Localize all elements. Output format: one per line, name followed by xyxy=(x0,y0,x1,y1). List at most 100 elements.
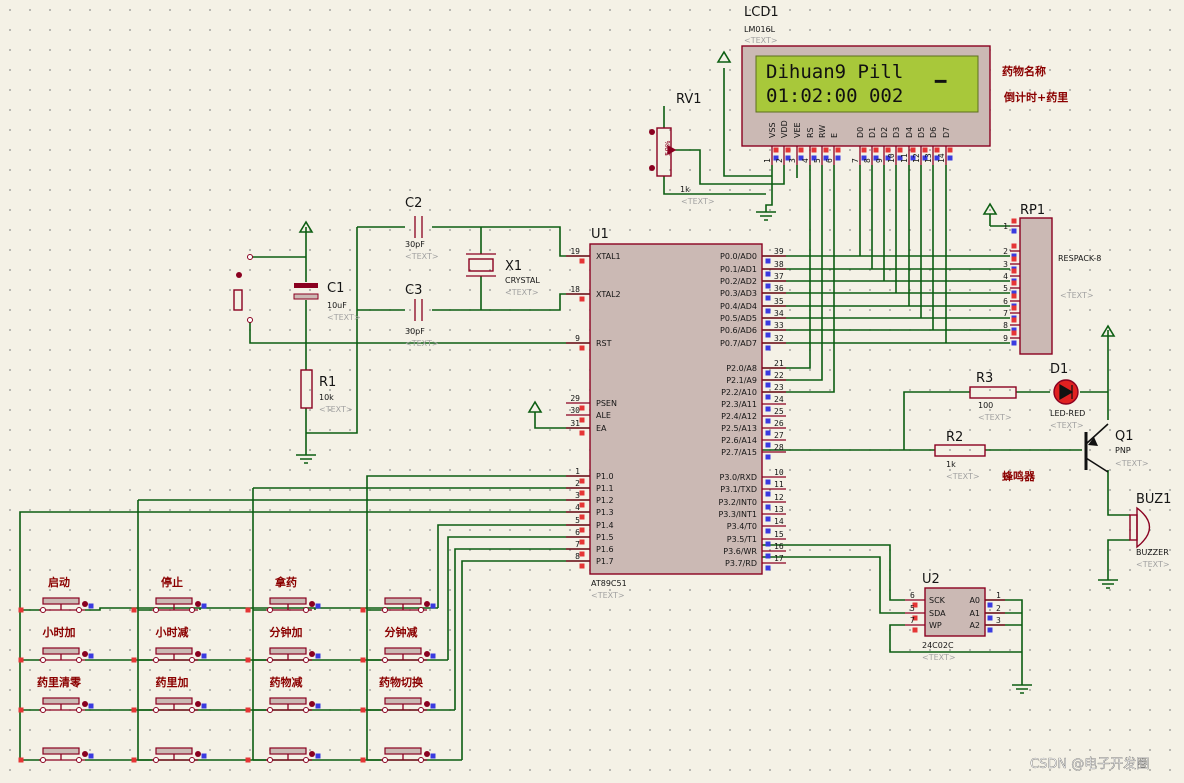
lcd-pin-number: 9 xyxy=(875,158,884,163)
pin-marker xyxy=(1011,317,1017,323)
u1-pin-number: 28 xyxy=(774,443,784,452)
c3-ref: C3 xyxy=(405,283,422,298)
u2-pin-number: 1 xyxy=(996,591,1001,600)
pin-marker xyxy=(765,491,771,497)
pin-marker xyxy=(360,757,366,763)
u1-pin-label: P0.7/AD7 xyxy=(720,339,757,348)
keypad-button-label: 药里清零 xyxy=(37,675,82,689)
u1-pin-number: 26 xyxy=(774,419,784,428)
r1-text-tag: <TEXT> xyxy=(319,405,353,414)
u1-pin-label: P0.6/AD6 xyxy=(720,326,757,335)
pin-marker xyxy=(773,147,779,153)
u1-pin-label: P3.6/WR xyxy=(723,547,757,556)
lcd-pin-label: RS xyxy=(806,127,815,138)
pin-marker xyxy=(579,527,585,533)
pin-marker xyxy=(765,418,771,424)
pin-marker xyxy=(579,502,585,508)
d1-text-tag: <TEXT> xyxy=(1050,421,1084,430)
pin-marker xyxy=(579,430,585,436)
buz1-ref: BUZ1 xyxy=(1136,492,1171,507)
lcd-pin-label: D7 xyxy=(942,127,951,138)
u1-pin-label: P3.4/T0 xyxy=(727,522,757,531)
u1-pin-label: P1.4 xyxy=(596,521,614,530)
lcd-pin-number: 1 xyxy=(763,158,772,163)
u1-pin-number: 39 xyxy=(774,247,784,256)
pin-marker xyxy=(430,753,436,759)
r3-text-tag: <TEXT> xyxy=(978,413,1012,422)
lcd-pin-number: 3 xyxy=(788,158,797,163)
q1-ref: Q1 xyxy=(1115,429,1134,444)
buz1-text-tag: <TEXT> xyxy=(1136,560,1170,569)
u2-pin-number: 5 xyxy=(910,604,915,613)
u2-pin-number: 2 xyxy=(996,604,1001,613)
pin-marker xyxy=(579,478,585,484)
pin-marker xyxy=(811,147,817,153)
r2-ref: R2 xyxy=(946,430,963,445)
u1-pin-number: 29 xyxy=(570,394,580,403)
u1-pin-number: 4 xyxy=(575,503,580,512)
u1-pin-label: P2.6/A14 xyxy=(721,436,757,445)
c1-value: 10uF xyxy=(327,301,347,310)
pin-marker xyxy=(765,454,771,460)
pin-marker xyxy=(579,563,585,569)
u2-pin-label: SCK xyxy=(929,596,946,605)
pin-marker xyxy=(18,757,24,763)
u1-pin-number: 27 xyxy=(774,431,784,440)
pin-marker xyxy=(765,271,771,277)
lcd-pin-label: D3 xyxy=(892,127,901,138)
pin-marker xyxy=(765,553,771,559)
pin-marker xyxy=(987,615,993,621)
lcd-note-drug-name: 药物名称 xyxy=(1002,64,1046,78)
pin-marker xyxy=(897,147,903,153)
c1-text-tag: <TEXT> xyxy=(327,313,361,322)
pin-marker xyxy=(18,657,24,663)
u1-pin-label: P0.3/AD3 xyxy=(720,289,757,298)
lcd-pin-label: D6 xyxy=(929,127,938,138)
u1-pin-number: 35 xyxy=(774,297,784,306)
u1-pin-label: P2.2/A10 xyxy=(721,388,757,397)
pin-marker xyxy=(579,258,585,264)
pin-marker xyxy=(1011,256,1017,262)
microcontroller-u1[interactable]: U1 AT89C51 <TEXT> 19XTAL118XTAL29RST29PS… xyxy=(566,227,786,600)
keypad-button-label: 小时加 xyxy=(42,625,76,639)
lcd-pin-number: 11 xyxy=(900,153,909,163)
x1-text-tag: <TEXT> xyxy=(505,288,539,297)
u2-ref: U2 xyxy=(922,572,940,587)
pin-marker xyxy=(360,607,366,613)
u1-pin-number: 6 xyxy=(575,528,580,537)
pin-marker xyxy=(765,406,771,412)
pin-marker xyxy=(765,516,771,522)
pin-marker xyxy=(88,653,94,659)
u1-pin-label: P2.7/A15 xyxy=(721,448,757,457)
pin-marker xyxy=(798,147,804,153)
u1-pin-number: 18 xyxy=(570,285,580,294)
lcd-model: LM016L xyxy=(744,25,776,34)
u1-pin-number: 1 xyxy=(575,467,580,476)
pin-marker xyxy=(1011,243,1017,249)
c2-text-tag: <TEXT> xyxy=(405,252,439,261)
u2-pin-number: 7 xyxy=(910,616,915,625)
u1-pin-number: 14 xyxy=(774,517,784,526)
u1-pin-label: P0.2/AD2 xyxy=(720,277,757,286)
u1-pin-label: P2.4/A12 xyxy=(721,412,757,421)
u1-pin-number: 2 xyxy=(575,479,580,488)
u1-pin-label: P3.2/INT0 xyxy=(718,498,757,507)
d1-ref: D1 xyxy=(1050,362,1068,377)
pin-marker xyxy=(765,528,771,534)
pin-marker xyxy=(934,147,940,153)
pin-marker xyxy=(579,296,585,302)
pin-marker xyxy=(579,405,585,411)
u1-pin-label: P1.5 xyxy=(596,533,614,542)
lcd-pin-label: D1 xyxy=(868,127,877,138)
x1-value: CRYSTAL xyxy=(505,276,540,285)
u1-pin-number: 22 xyxy=(774,371,784,380)
u1-pin-number: 10 xyxy=(774,468,784,477)
u1-pin-number: 15 xyxy=(774,530,784,539)
pin-marker xyxy=(765,430,771,436)
u2-pin-label: A0 xyxy=(969,596,980,605)
pin-marker xyxy=(765,382,771,388)
r2-value: 1k xyxy=(946,460,956,469)
d1-value: LED-RED xyxy=(1050,409,1085,418)
pin-marker xyxy=(765,295,771,301)
lcd-pin-number: 6 xyxy=(825,158,834,163)
